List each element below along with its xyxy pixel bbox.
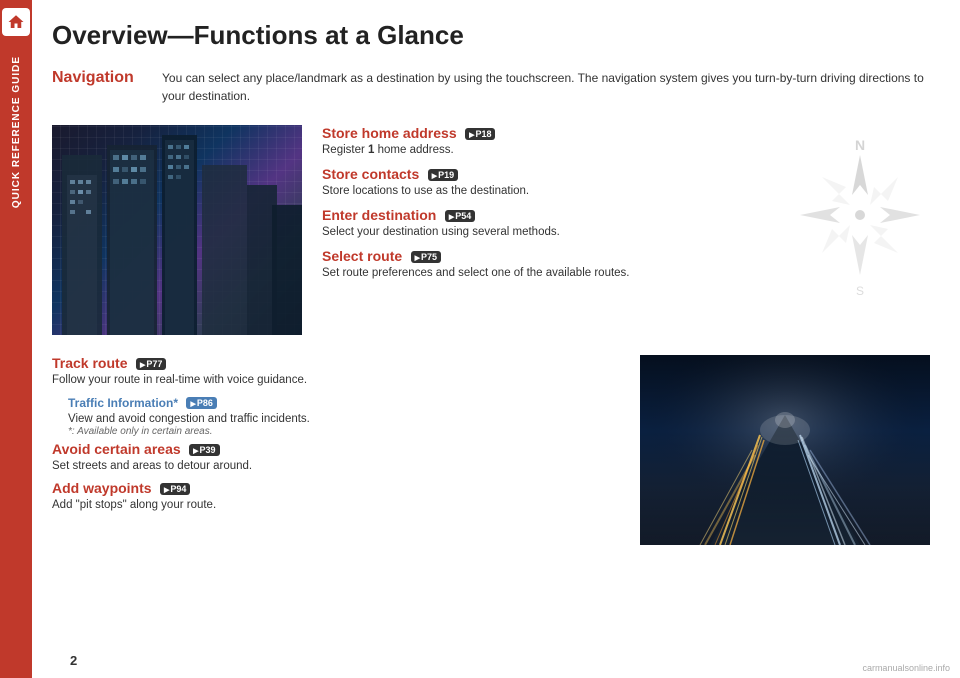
function-title-avoid-areas: Avoid certain areas <box>52 441 181 457</box>
function-badge-store-home: P18 <box>465 128 495 140</box>
function-title-traffic-info: Traffic Information* <box>68 396 178 410</box>
navigation-label-container: Navigation <box>52 69 162 105</box>
top-content-row: Store home address P18 Register 1 home a… <box>52 125 930 335</box>
function-desc-avoid-areas: Set streets and areas to detour around. <box>52 460 620 472</box>
traffic-note: *: Available only in certain areas. <box>68 426 620 437</box>
function-badge-traffic-info: P86 <box>186 397 216 409</box>
function-desc-traffic-info: View and avoid congestion and traffic in… <box>68 413 620 425</box>
highway-image <box>640 355 930 545</box>
function-title-store-home: Store home address <box>322 125 457 141</box>
bottom-section: Track route P77 Follow your route in rea… <box>52 355 930 545</box>
function-badge-add-waypoints: P94 <box>160 483 190 495</box>
navigation-label: Navigation <box>52 69 134 86</box>
function-title-track-route: Track route <box>52 355 127 371</box>
function-traffic-info: Traffic Information* P86 View and avoid … <box>68 394 620 437</box>
navigation-description: You can select any place/landmark as a d… <box>162 69 930 105</box>
function-title-store-contacts: Store contacts <box>322 166 419 182</box>
function-track-route: Track route P77 Follow your route in rea… <box>52 355 620 386</box>
svg-text:S: S <box>856 284 864 298</box>
function-desc-add-waypoints: Add "pit stops" along your route. <box>52 499 620 511</box>
svg-text:N: N <box>855 137 865 153</box>
function-badge-store-contacts: P19 <box>428 169 458 181</box>
function-badge-track-route: P77 <box>136 358 166 370</box>
functions-list-bottom: Track route P77 Follow your route in rea… <box>52 355 620 545</box>
building-image <box>52 125 302 335</box>
function-badge-enter-destination: P54 <box>445 210 475 222</box>
navigation-section: Navigation You can select any place/land… <box>52 69 930 105</box>
watermark: carmanualsonline.info <box>862 663 950 673</box>
home-button[interactable] <box>2 8 30 36</box>
function-badge-avoid-areas: P39 <box>189 444 219 456</box>
function-add-waypoints: Add waypoints P94 Add "pit stops" along … <box>52 480 620 511</box>
function-title-select-route: Select route <box>322 248 402 264</box>
page-number: 2 <box>70 653 77 668</box>
home-icon <box>7 13 25 31</box>
page-title: Overview—Functions at a Glance <box>52 20 930 51</box>
function-desc-track-route: Follow your route in real-time with voic… <box>52 374 620 386</box>
function-avoid-areas: Avoid certain areas P39 Set streets and … <box>52 441 620 472</box>
compass-rose: N S E W <box>800 125 920 305</box>
sidebar: Quick Reference Guide <box>0 0 32 678</box>
main-content: Overview—Functions at a Glance Navigatio… <box>32 0 960 678</box>
sidebar-label: Quick Reference Guide <box>11 56 22 208</box>
function-title-enter-destination: Enter destination <box>322 207 436 223</box>
function-badge-select-route: P75 <box>411 251 441 263</box>
function-title-add-waypoints: Add waypoints <box>52 480 152 496</box>
